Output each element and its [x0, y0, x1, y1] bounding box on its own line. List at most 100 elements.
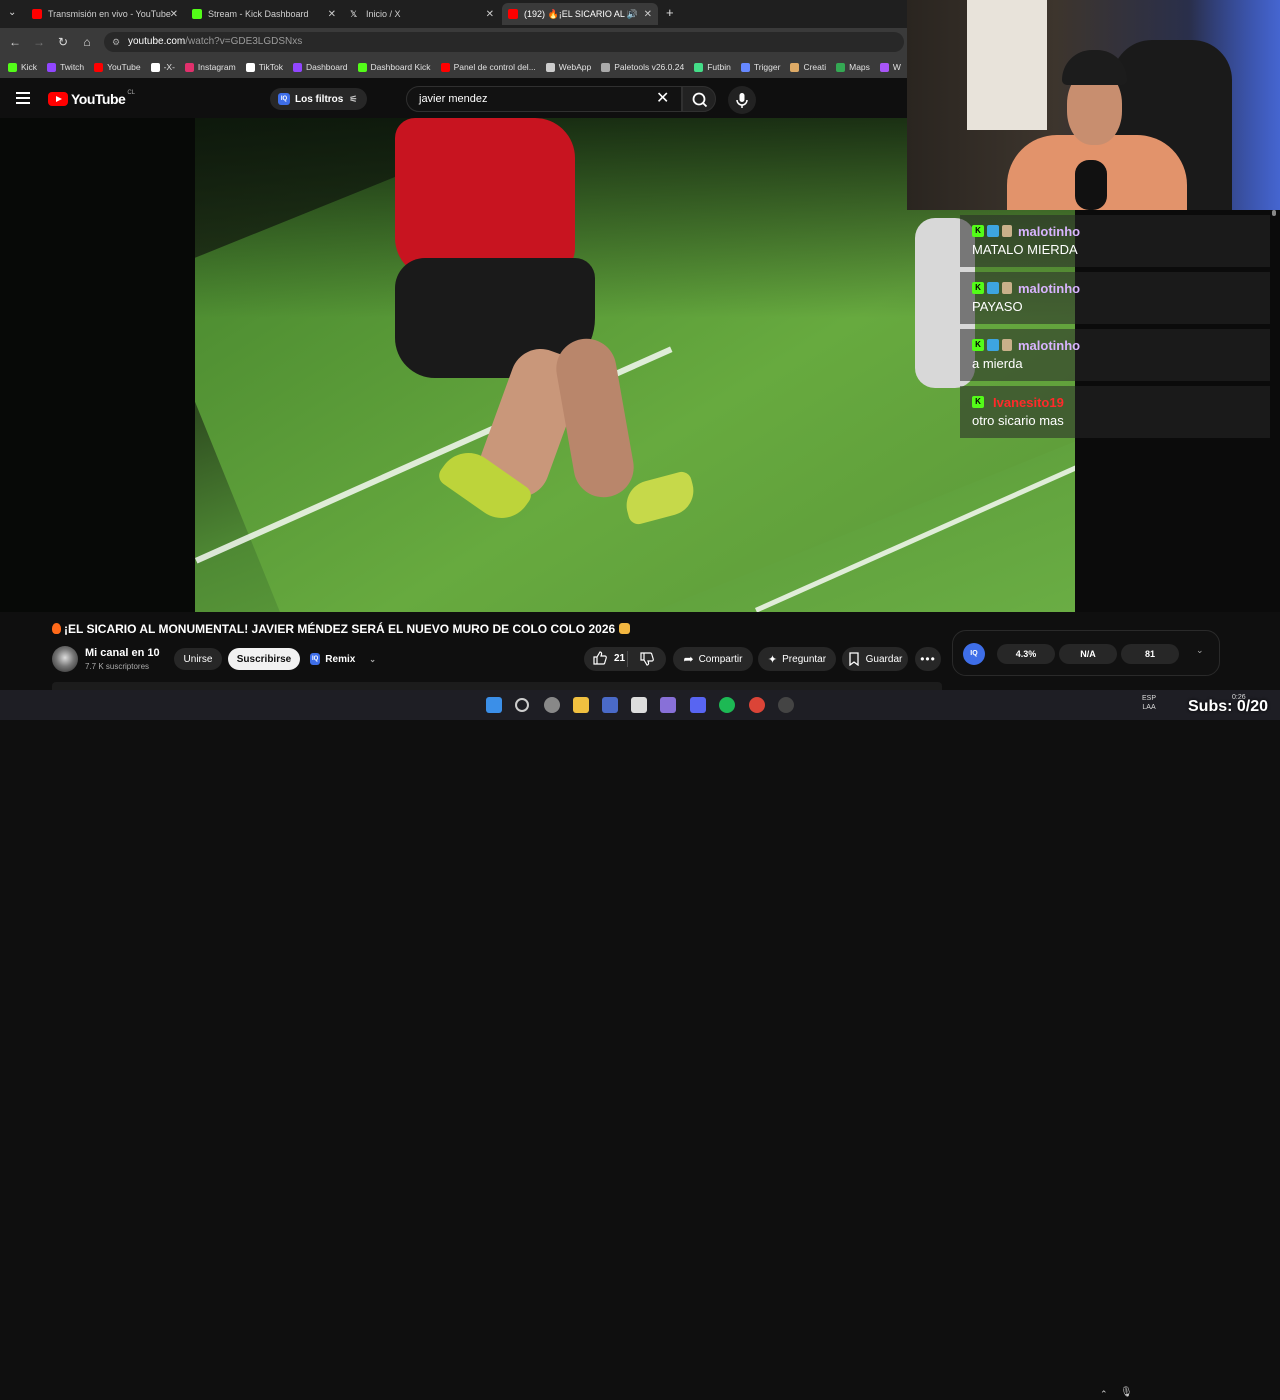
grid-app-icon[interactable] — [660, 697, 676, 713]
bookmark-item[interactable]: W — [879, 62, 901, 72]
stat-value: 81 — [1121, 644, 1179, 664]
new-tab-button[interactable]: + — [666, 5, 674, 20]
description-panel-edge — [52, 682, 942, 690]
scrollbar-thumb[interactable] — [1272, 210, 1276, 216]
chat-text: PAYASO — [972, 299, 1023, 314]
like-button[interactable]: 21 — [592, 650, 625, 666]
kick-badge-icon: K — [972, 282, 984, 294]
tab-kick-dashboard[interactable]: Stream - Kick Dashboard ✕ — [186, 3, 342, 25]
bookmark-favicon-icon — [245, 62, 255, 72]
iq-stats-widget: IQ 4.3% N/A 81 ⌄ — [952, 630, 1220, 676]
bookmark-label: Dashboard Kick — [370, 62, 431, 72]
tab-title: Transmisión en vivo - YouTube — [48, 9, 171, 19]
bookmark-item[interactable]: -X- — [150, 62, 175, 72]
channel-name[interactable]: Mi canal en 10 — [85, 647, 160, 659]
chat-text: otro sicario mas — [972, 413, 1064, 428]
bookmark-item[interactable]: Panel de control del... — [440, 62, 536, 72]
join-button[interactable]: Unirse — [174, 648, 222, 670]
obs-icon[interactable] — [778, 697, 794, 713]
search-icon — [692, 92, 708, 108]
chevron-down-icon[interactable]: ⌄ — [1196, 645, 1204, 656]
app-icon[interactable] — [602, 697, 618, 713]
streamer-webcam — [907, 0, 1280, 210]
tab-current-video[interactable]: (192) 🔥¡EL SICARIO AL M… 🔊 ✕ — [502, 3, 658, 25]
youtube-logo[interactable]: YouTube CL — [48, 90, 135, 107]
tab-list-chevron-icon[interactable]: ⌄ — [8, 7, 16, 18]
kick-badge-icon: K — [972, 396, 984, 408]
more-actions-button[interactable]: ••• — [915, 647, 941, 671]
bookmark-item[interactable]: Dashboard — [292, 62, 348, 72]
sparkle-icon: ✦ — [767, 653, 778, 666]
gift-badge-icon — [1002, 282, 1012, 294]
subscriber-count: 7.7 K suscriptores — [85, 662, 150, 671]
search-icon[interactable] — [515, 698, 529, 712]
fire-emoji-icon — [52, 623, 61, 634]
save-button[interactable]: Guardar — [842, 647, 908, 671]
subs-goal-overlay: Subs: 0/20 — [1188, 698, 1269, 715]
search-input[interactable]: javier mendez — [406, 86, 682, 112]
reload-icon[interactable]: ↻ — [55, 34, 71, 50]
channel-avatar[interactable] — [52, 646, 78, 672]
subscribe-button[interactable]: Suscribirse — [228, 648, 300, 670]
close-tab-icon[interactable]: ✕ — [328, 9, 336, 20]
microphone-tray-icon[interactable]: 🎙 — [1120, 1387, 1133, 1398]
site-info-icon[interactable]: ⚙ — [112, 32, 120, 52]
bookmark-label: Dashboard — [305, 62, 348, 72]
language-code: ESP — [1142, 695, 1157, 702]
close-tab-icon[interactable]: ✕ — [644, 9, 652, 20]
bookmark-item[interactable]: Instagram — [184, 62, 236, 72]
tab-title: (192) 🔥¡EL SICARIO AL M… — [524, 8, 628, 19]
forward-arrow-icon[interactable]: → — [31, 34, 47, 50]
remix-button[interactable]: IQ Remix ⌄ — [306, 648, 376, 670]
bookmark-item[interactable]: Kick — [8, 62, 37, 72]
bookmark-item[interactable]: Twitch — [47, 62, 84, 72]
close-tab-icon[interactable]: ✕ — [486, 9, 494, 20]
discord-icon[interactable] — [690, 697, 706, 713]
tab-youtube-live[interactable]: Transmisión en vivo - YouTube ✕ — [26, 3, 184, 25]
chat-message: K Ivanesito19 otro sicario mas — [960, 386, 1270, 438]
bookmark-favicon-icon — [94, 62, 104, 72]
search-button[interactable] — [682, 86, 716, 112]
bookmark-item[interactable]: Dashboard Kick — [357, 62, 431, 72]
share-arrow-icon: ➦ — [683, 652, 694, 666]
home-icon[interactable]: ⌂ — [79, 34, 95, 50]
close-tab-icon[interactable]: ✕ — [170, 9, 178, 20]
clear-search-icon[interactable]: ✕ — [656, 90, 669, 108]
windows-start-icon[interactable] — [486, 697, 502, 713]
chat-message: K malotinho PAYASO — [960, 272, 1270, 324]
back-arrow-icon[interactable]: ← — [7, 34, 23, 50]
audio-playing-icon[interactable]: 🔊 — [627, 9, 638, 20]
chrome-icon[interactable] — [749, 697, 765, 713]
capcut-icon[interactable] — [631, 697, 647, 713]
bookmark-favicon-icon — [184, 62, 194, 72]
ask-button[interactable]: ✦ Preguntar — [758, 647, 836, 671]
bookmark-item[interactable]: YouTube — [94, 62, 141, 72]
voice-search-button[interactable] — [728, 86, 756, 114]
bookshelf — [967, 0, 1047, 130]
tray-chevron-icon[interactable]: ⌃ — [1100, 1389, 1108, 1400]
dislike-button[interactable] — [639, 651, 655, 670]
country-code: CL — [127, 90, 135, 96]
podcast-microphone — [1075, 160, 1107, 210]
bookmark-item[interactable]: Maps — [836, 62, 870, 72]
bookmark-favicon-icon — [879, 62, 889, 72]
bookmark-item[interactable]: TikTok — [245, 62, 283, 72]
bookmark-favicon-icon — [150, 62, 160, 72]
language-indicator[interactable]: ESP LAA — [1142, 694, 1156, 712]
file-explorer-icon[interactable] — [573, 697, 589, 713]
bookmark-item[interactable]: Paletools v26.0.24 — [601, 62, 684, 72]
spotify-icon[interactable] — [719, 697, 735, 713]
bookmark-item[interactable]: WebApp — [545, 62, 591, 72]
settings-gear-icon[interactable] — [544, 697, 560, 713]
chat-username: Ivanesito19 — [993, 394, 1064, 410]
bookmark-item[interactable]: Creati — [790, 62, 826, 72]
share-button[interactable]: ➦ Compartir — [673, 647, 753, 671]
tab-x-home[interactable]: 𝕏 Inicio / X ✕ — [344, 3, 500, 25]
url-bar[interactable]: ⚙ youtube.com/watch?v=GDE3LGDSNxs — [104, 32, 904, 52]
bookmark-item[interactable]: Futbin — [694, 62, 731, 72]
menu-hamburger-icon[interactable] — [16, 92, 30, 104]
filters-button[interactable]: IQ Los filtros ⚟ — [270, 88, 368, 110]
bookmark-item[interactable]: Trigger — [740, 62, 780, 72]
bookmark-label: -X- — [163, 62, 175, 72]
save-label: Guardar — [865, 653, 903, 665]
